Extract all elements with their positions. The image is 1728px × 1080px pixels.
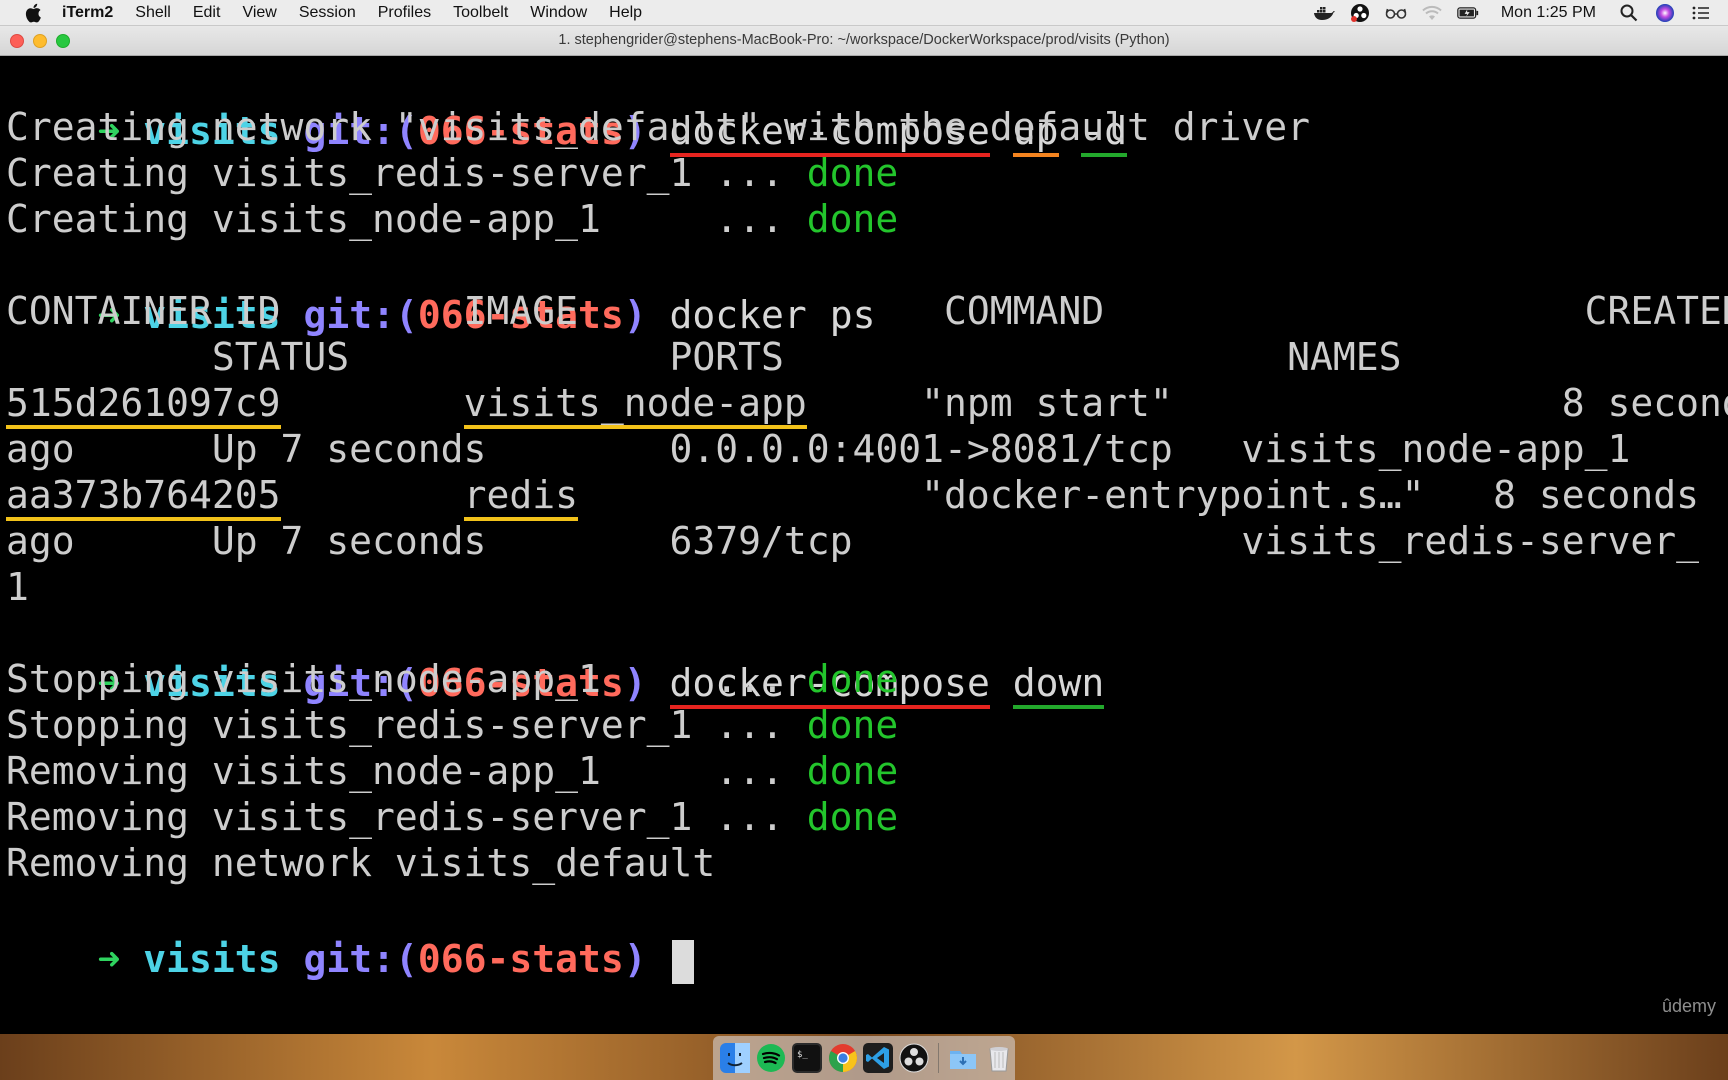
obs-icon[interactable] [898,1042,930,1074]
prompt-branch: 066-stats [417,937,624,981]
output-line: Removing network visits_default [6,841,716,885]
spotify-icon[interactable] [755,1042,787,1074]
terminal-icon[interactable]: $_ [791,1042,823,1074]
ps-header-line: STATUS PORTS NAMES [6,335,1402,379]
menu-toolbelt[interactable]: Toolbelt [453,4,508,22]
menu-clock[interactable]: Mon 1:25 PM [1501,4,1596,22]
terminal-output[interactable]: ➜ visits git:(066-stats) docker-compose … [0,56,1728,1034]
window-title: 1. stephengrider@stephens-MacBook-Pro: ~… [558,32,1170,48]
terminal-line: ➜ visits git:(066-stats) docker-compose … [6,608,1105,709]
docker-icon[interactable] [1313,2,1335,24]
ps-row-continued: ago Up 7 seconds 6379/tcp visits_redis-s… [6,519,1699,563]
svg-text:$_: $_ [797,1050,808,1060]
text-cursor[interactable] [671,939,694,984]
prompt-directory: visits [143,937,281,981]
search-icon[interactable] [1618,2,1640,24]
ps-header-line: CONTAINER ID IMAGE COMMAND CREATED [6,289,1728,333]
output-line: Creating network "visits_default" with t… [6,105,1311,149]
obs-icon[interactable] [1349,2,1371,24]
container-image: visits_node-app [463,381,807,429]
output-line: Stopping visits_redis-server_1 ... done [6,700,898,750]
command-arg-down: down [1012,661,1105,709]
output-line: Creating visits_redis-server_1 ... done [6,148,898,198]
list-icon[interactable] [1690,2,1712,24]
ps-row: aa373b764205 redis "docker-entrypoint.s…… [6,470,1699,521]
done-status: done [806,749,899,793]
terminal-line: ➜ visits git:(066-stats) docker-compose … [6,56,1128,157]
ps-gap [281,381,464,425]
prompt-git-suffix: ) [623,937,647,981]
battery-icon[interactable] [1457,2,1479,24]
menu-profiles[interactable]: Profiles [378,4,431,22]
output-text: Creating visits_redis-server_1 ... [6,151,807,195]
ps-row: 515d261097c9 visits_node-app "npm start"… [6,378,1728,429]
ps-row-continued: 1 [6,565,29,609]
done-status: done [806,657,899,701]
downloads-folder-icon[interactable] [947,1042,979,1074]
menu-view[interactable]: View [242,4,276,22]
siri-icon[interactable] [1654,2,1676,24]
menu-shell[interactable]: Shell [135,4,171,22]
chrome-icon[interactable] [827,1042,859,1074]
vscode-icon[interactable] [863,1042,895,1074]
output-line: Creating visits_node-app_1 ... done [6,194,898,244]
udemy-watermark: ûdemy [1661,996,1716,1016]
output-text: Removing visits_redis-server_1 ... [6,795,807,839]
ps-row-continued: ago Up 7 seconds 0.0.0.0:4001->8081/tcp … [6,427,1631,471]
done-status: done [806,795,899,839]
output-text: Removing visits_node-app_1 ... [6,749,807,793]
status-area: Mon 1:25 PM [1313,2,1728,24]
terminal-line: ➜ visits git:(066-stats) docker ps [6,240,876,337]
dock-separator [938,1043,940,1073]
done-status: done [806,151,899,195]
window-title-bar[interactable]: 1. stephengrider@stephens-MacBook-Pro: ~… [0,26,1728,56]
terminal-line[interactable]: ➜ visits git:(066-stats) [6,884,694,984]
output-line: Removing visits_node-app_1 ... done [6,746,898,796]
menu-session[interactable]: Session [299,4,356,22]
apple-icon[interactable] [24,3,44,23]
menu-app-name[interactable]: iTerm2 [62,4,113,22]
container-id: aa373b764205 [6,473,281,521]
ps-row-rest: "npm start" 8 seconds [806,381,1728,425]
container-image: redis [463,473,578,521]
prompt-arrow: ➜ [97,937,121,981]
done-status: done [806,197,899,241]
menu-bar: iTerm2 Shell Edit View Session Profiles … [0,0,1728,26]
dock: $_ [713,1036,1015,1080]
done-status: done [806,703,899,747]
output-line: Stopping visits_node-app_1 ... done [6,654,898,704]
output-line: Removing visits_redis-server_1 ... done [6,792,898,842]
ps-gap [281,473,464,517]
menu-edit[interactable]: Edit [193,4,221,22]
wifi-icon[interactable] [1421,2,1443,24]
ps-row-rest: "docker-entrypoint.s…" 8 seconds [577,473,1699,517]
finder-icon[interactable] [719,1042,751,1074]
output-text: Creating visits_node-app_1 ... [6,197,807,241]
container-id: 515d261097c9 [6,381,281,429]
menu-help[interactable]: Help [609,4,642,22]
output-text: Stopping visits_redis-server_1 ... [6,703,807,747]
glasses-icon[interactable] [1385,2,1407,24]
trash-icon[interactable] [983,1042,1015,1074]
output-text: Stopping visits_node-app_1 ... [6,657,807,701]
menu-window[interactable]: Window [530,4,587,22]
prompt-git-prefix: git:( [303,937,418,981]
